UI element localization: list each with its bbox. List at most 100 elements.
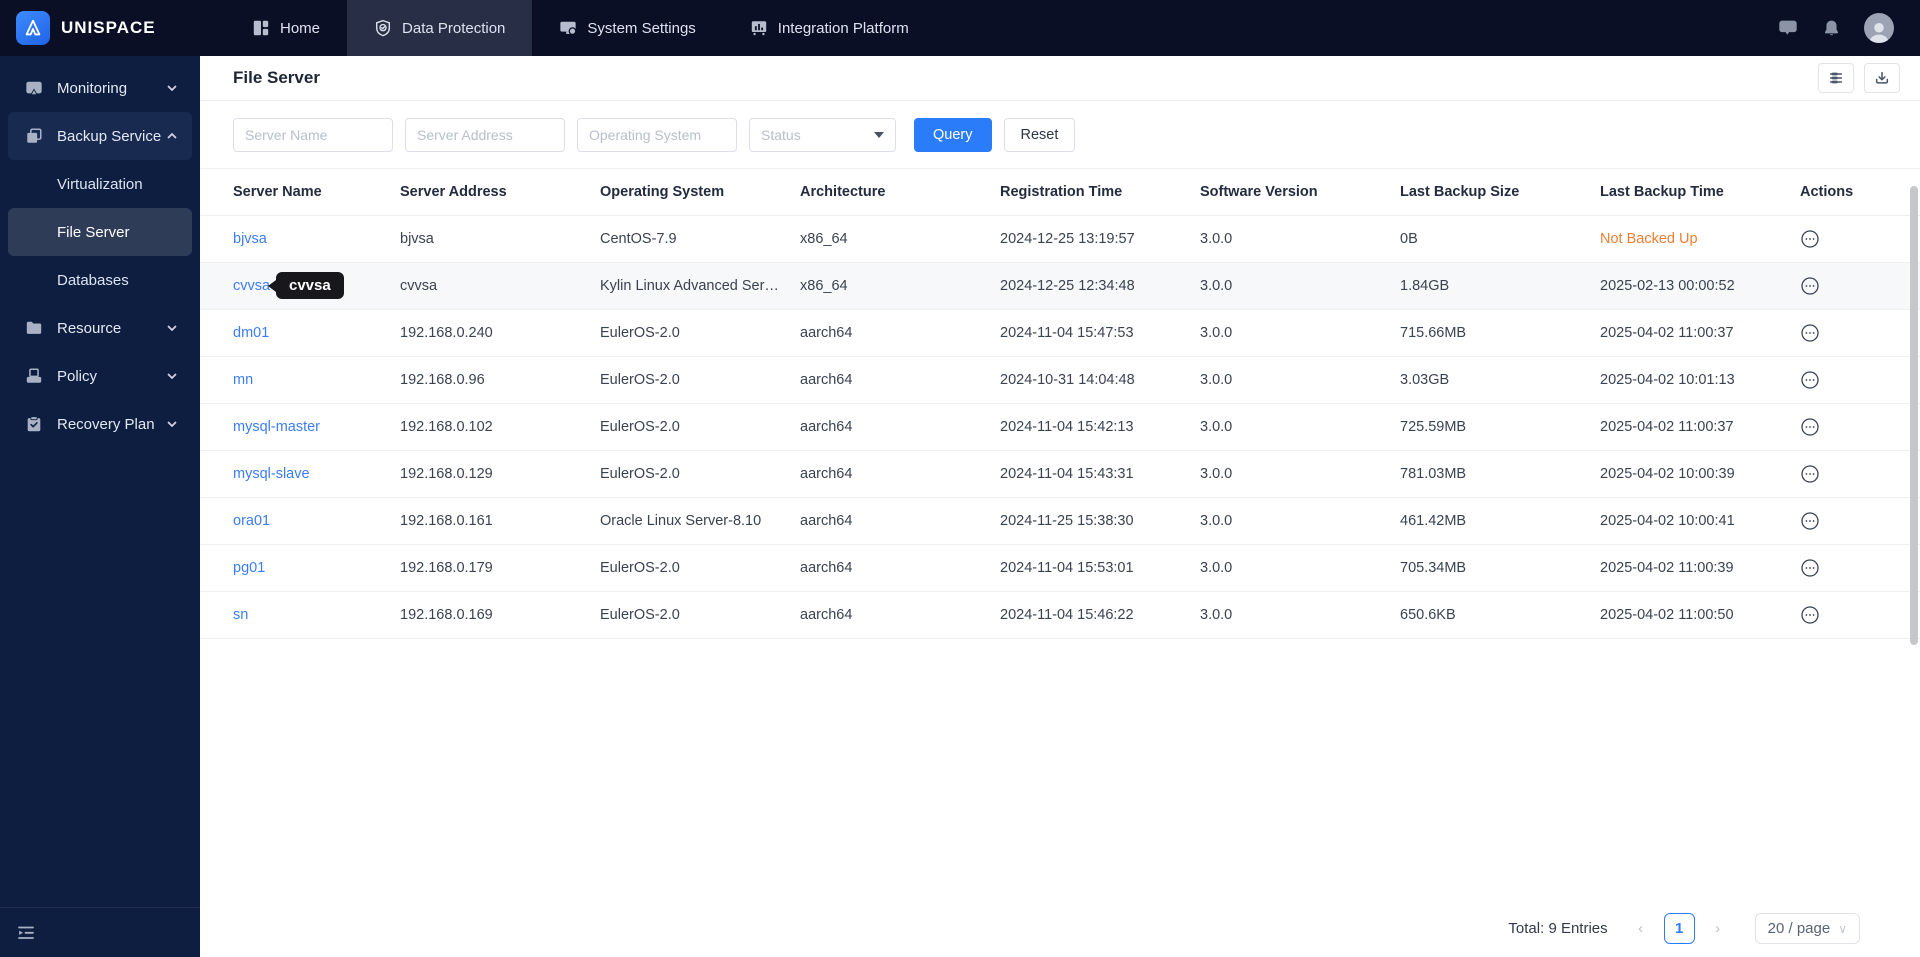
export-download-button[interactable]: [1864, 63, 1900, 93]
collapse-sidebar-icon[interactable]: [16, 923, 36, 943]
server-name-link[interactable]: bjvsa: [233, 231, 267, 247]
cell-arch: x86_64: [800, 215, 1000, 263]
table-row: pg01 192.168.0.179 EulerOS-2.0 aarch64 2024-…: [200, 544, 1920, 592]
more-actions-icon[interactable]: [1800, 323, 1820, 343]
chevron-down-icon: [166, 418, 178, 430]
sidebar-item-label: Policy: [57, 367, 98, 385]
page-number-button[interactable]: 1: [1663, 913, 1695, 944]
col-header-server-address: Server Address: [400, 168, 600, 216]
tab-data-protection[interactable]: Data Protection: [347, 0, 533, 56]
tab-label: Integration Platform: [777, 19, 909, 37]
chevron-down-icon: [166, 322, 178, 334]
column-settings-button[interactable]: [1818, 63, 1854, 93]
cell-arch: aarch64: [800, 497, 1000, 545]
sidebar-item-resource[interactable]: Resource: [0, 304, 200, 352]
page-size-select[interactable]: 20 / page ∨: [1754, 913, 1860, 944]
cell-last-backup: 2025-04-02 11:00:50: [1600, 591, 1800, 639]
cell-name: mysql-slave: [200, 450, 400, 498]
cell-name: pg01: [200, 544, 400, 592]
cell-name: mn: [200, 356, 400, 404]
operating-system-input[interactable]: [577, 117, 737, 152]
sidebar-item-recovery-plan[interactable]: Recovery Plan: [0, 400, 200, 448]
chevron-down-icon: [166, 370, 178, 382]
server-name-link[interactable]: dm01: [233, 325, 269, 341]
cell-size: 3.03GB: [1400, 356, 1600, 404]
status-select-value: Status: [761, 126, 801, 143]
server-name-link[interactable]: cvvsa: [233, 278, 270, 294]
sidebar-item-virtualization[interactable]: Virtualization: [0, 160, 200, 208]
more-actions-icon[interactable]: [1800, 417, 1820, 437]
more-actions-icon[interactable]: [1800, 511, 1820, 531]
server-name-link[interactable]: pg01: [233, 560, 265, 576]
cell-os: EulerOS-2.0: [600, 591, 800, 639]
cell-size: 781.03MB: [1400, 450, 1600, 498]
cell-os: EulerOS-2.0: [600, 544, 800, 592]
cell-version: 3.0.0: [1200, 215, 1400, 263]
cell-address: 192.168.0.102: [400, 403, 600, 451]
tab-integration-platform[interactable]: Integration Platform: [723, 0, 936, 56]
sidebar-item-policy[interactable]: Policy: [0, 352, 200, 400]
server-name-link[interactable]: mn: [233, 372, 253, 388]
tooltip-text: cvvsa: [276, 272, 344, 299]
vertical-scrollbar-thumb[interactable]: [1910, 186, 1918, 645]
table-row: bjvsa bjvsa CentOS-7.9 x86_64 2024-12-25 13:…: [200, 215, 1920, 263]
clipboard-check-icon: [25, 415, 43, 433]
more-actions-icon[interactable]: [1800, 229, 1820, 249]
more-actions-icon[interactable]: [1800, 370, 1820, 390]
sidebar-item-databases[interactable]: Databases: [0, 256, 200, 304]
server-name-link[interactable]: sn: [233, 607, 248, 623]
col-header-architecture: Architecture: [800, 168, 1000, 216]
sidebar-item-backup-service[interactable]: Backup Service: [8, 112, 192, 160]
sidebar-item-monitoring[interactable]: Monitoring: [0, 64, 200, 112]
cell-address: 192.168.0.169: [400, 591, 600, 639]
reset-button[interactable]: Reset: [1003, 117, 1076, 152]
more-actions-icon[interactable]: [1800, 464, 1820, 484]
cell-actions: [1800, 544, 1920, 592]
col-header-last-backup-size: Last Backup Size: [1400, 168, 1600, 216]
monitor-settings-icon: [559, 19, 577, 37]
cell-arch: aarch64: [800, 356, 1000, 404]
cell-version: 3.0.0: [1200, 591, 1400, 639]
cell-address: cvvsa: [400, 262, 600, 310]
server-name-input[interactable]: [233, 117, 393, 152]
message-icon[interactable]: [1777, 17, 1799, 39]
query-button[interactable]: Query: [914, 117, 992, 152]
cell-address: 192.168.0.96: [400, 356, 600, 404]
next-page-button[interactable]: ›: [1709, 920, 1727, 937]
cell-version: 3.0.0: [1200, 356, 1400, 404]
server-name-link[interactable]: mysql-master: [233, 419, 320, 435]
col-header-actions: Actions: [1800, 168, 1920, 216]
col-header-software-version: Software Version: [1200, 168, 1400, 216]
sidebar-item-label: Monitoring: [57, 79, 128, 97]
cell-registered: 2024-11-25 15:38:30: [1000, 497, 1200, 545]
cell-actions: [1800, 591, 1920, 639]
chevron-up-icon: [166, 130, 178, 142]
table-row: ora01 192.168.0.161 Oracle Linux Server-8.…: [200, 497, 1920, 545]
cell-last-backup: 2025-04-02 10:01:13: [1600, 356, 1800, 404]
tab-home[interactable]: Home: [225, 0, 347, 56]
user-avatar[interactable]: [1864, 13, 1894, 43]
cell-arch: aarch64: [800, 309, 1000, 357]
server-address-input[interactable]: [405, 117, 565, 152]
shield-check-icon: [374, 19, 392, 37]
tab-system-settings[interactable]: System Settings: [532, 0, 722, 56]
more-actions-icon[interactable]: [1800, 276, 1820, 296]
status-select[interactable]: Status: [749, 117, 896, 152]
more-actions-icon[interactable]: [1800, 605, 1820, 625]
table-row: dm01 192.168.0.240 EulerOS-2.0 aarch64 2024-…: [200, 309, 1920, 357]
more-actions-icon[interactable]: [1800, 558, 1820, 578]
top-tabs: Home Data Protection System Settings Int…: [225, 0, 936, 56]
previous-page-button[interactable]: ‹: [1632, 920, 1650, 937]
sidebar-item-file-server[interactable]: File Server: [8, 208, 192, 256]
cell-version: 3.0.0: [1200, 497, 1400, 545]
tooltip-arrow: [268, 279, 276, 292]
cell-os: CentOS-7.9: [600, 215, 800, 263]
table-row: cvvsa cvvsa Kylin Linux Advanced Ser… x86_6…: [200, 262, 1920, 310]
cell-size: 715.66MB: [1400, 309, 1600, 357]
cell-arch: x86_64: [800, 262, 1000, 310]
server-name-link[interactable]: mysql-slave: [233, 466, 310, 482]
bell-icon[interactable]: [1821, 18, 1842, 39]
server-name-link[interactable]: ora01: [233, 513, 270, 529]
cell-address: 192.168.0.129: [400, 450, 600, 498]
tab-label: Data Protection: [402, 19, 506, 37]
